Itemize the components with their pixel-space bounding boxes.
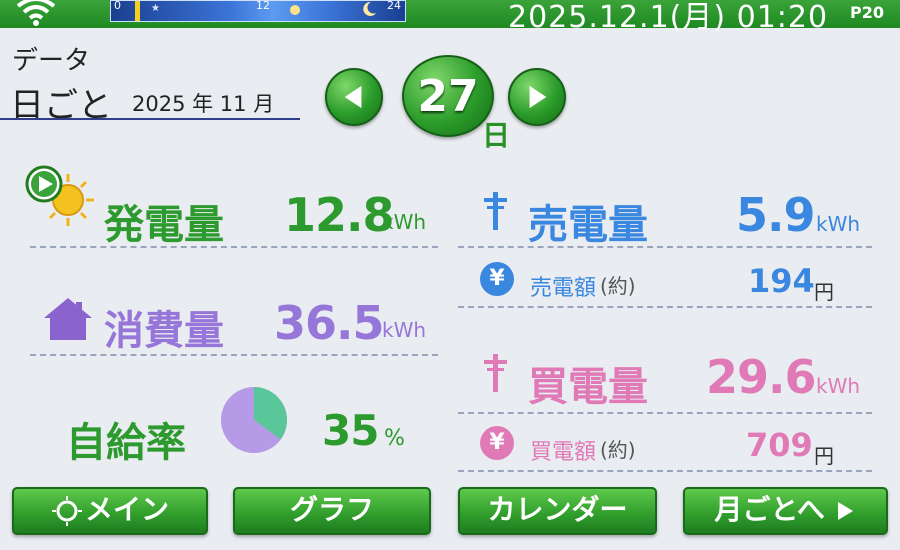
current-time-marker [135, 1, 140, 21]
generation-value: 12.8 [284, 188, 394, 242]
sold-amount-value: 194 [748, 262, 815, 300]
generation-unit: kWh [382, 210, 427, 234]
row-divider [458, 246, 872, 248]
timeline-tick-start: 0 [114, 0, 121, 12]
bought-amount-unit: 円 [814, 444, 834, 468]
self-sufficiency-pie [221, 387, 288, 453]
consumption-value: 36.5 [274, 296, 384, 350]
main-button-label: メイン [84, 493, 169, 526]
timeline-tick-mid: 12 [256, 0, 270, 12]
bought-label: 買電量 [528, 364, 648, 410]
self-sufficiency-unit: % [384, 426, 405, 451]
bought-value: 29.6 [706, 350, 816, 404]
sold-amount-label: 売電額 [530, 276, 597, 301]
house-icon [44, 298, 92, 340]
generation-label: 発電量 [104, 202, 224, 248]
row-divider [458, 306, 872, 308]
row-divider [30, 246, 438, 248]
row-divider [458, 470, 872, 472]
row-divider [30, 354, 438, 356]
graph-button[interactable]: グラフ [233, 487, 431, 535]
star-icon: ★ [151, 3, 160, 14]
page-number: P20 [850, 3, 884, 22]
row-divider [458, 412, 872, 414]
status-bar: 0 12 24 ★ 2025.12.1(月) 01:20 P20 [0, 0, 900, 35]
next-day-button[interactable] [508, 68, 566, 126]
self-sufficiency-label: 自給率 [66, 420, 186, 466]
graph-button-label: グラフ [289, 493, 374, 526]
sold-value: 5.9 [736, 188, 815, 242]
sold-unit: kWh [816, 212, 861, 236]
monthly-view-button-label: 月ごとへ [714, 493, 825, 526]
main-button[interactable]: メイン [12, 487, 208, 535]
sold-amount-unit: 円 [814, 280, 834, 304]
previous-day-button[interactable] [325, 68, 383, 126]
year-month-label: 2025 年 11 月 [132, 92, 275, 116]
consumption-unit: kWh [382, 318, 427, 342]
yen-icon: ¥ [480, 262, 514, 296]
day-selector-button[interactable]: 27 [402, 55, 494, 137]
calendar-button[interactable]: カレンダー [458, 487, 657, 535]
sun-outline-icon [51, 496, 82, 526]
timeline-tick-end: 24 [387, 0, 401, 12]
chevron-right-icon [837, 502, 853, 520]
chevron-left-icon [344, 85, 362, 109]
self-sufficiency-value: 35 [322, 406, 379, 455]
sold-label: 売電量 [528, 202, 648, 248]
yen-icon: ¥ [480, 426, 514, 460]
day-unit-label: 日 [482, 119, 511, 152]
bought-amount-approx: (約) [600, 438, 636, 462]
bought-amount-label: 買電額 [530, 440, 597, 465]
current-datetime: 2025.12.1(月) 01:20 [508, 0, 829, 35]
power-pole-icon [484, 354, 507, 392]
play-icon[interactable] [22, 162, 66, 206]
monthly-view-button[interactable]: 月ごとへ [683, 487, 888, 535]
bought-unit: kWh [816, 374, 861, 398]
consumption-label: 消費量 [104, 308, 224, 354]
selected-day: 27 [417, 71, 479, 122]
section-title: データ [12, 46, 91, 76]
sold-amount-approx: (約) [600, 274, 636, 298]
bought-amount-value: 709 [746, 426, 813, 464]
calendar-button-label: カレンダー [487, 493, 628, 526]
day-timeline: 0 12 24 ★ [110, 0, 406, 22]
header-underline [0, 118, 300, 120]
wifi-icon [16, 0, 56, 26]
chevron-right-icon [529, 85, 547, 109]
sun-mini-icon [290, 5, 300, 15]
moon-icon [363, 1, 376, 16]
power-pole-icon [484, 192, 507, 230]
